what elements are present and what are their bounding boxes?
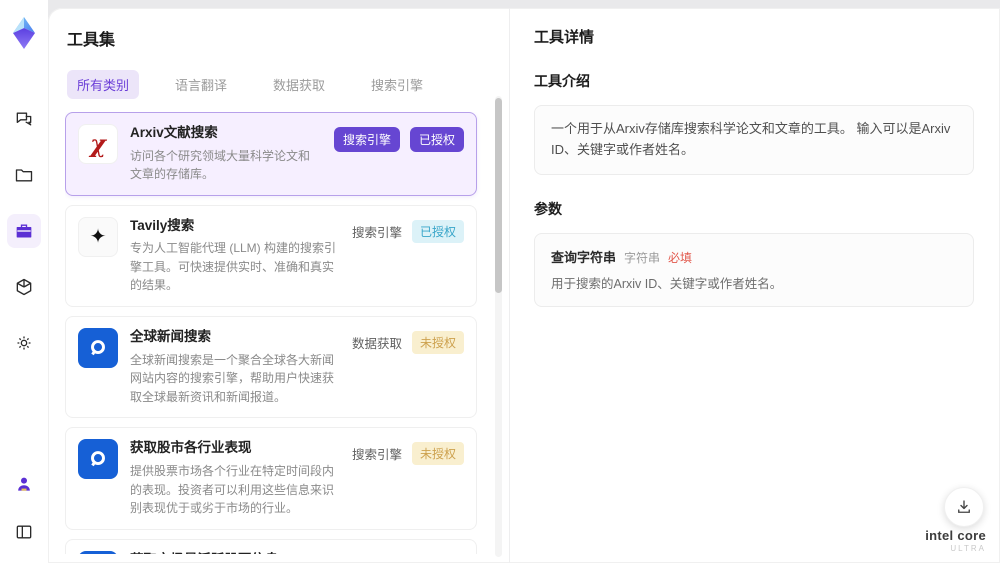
param-desc: 用于搜索的Arxiv ID、关键字或作者姓名。 [551, 276, 783, 291]
status-badge: 未授权 [411, 331, 464, 355]
scrollbar-thumb[interactable] [495, 98, 502, 293]
intel-core-logo: intel core ULTRA [925, 528, 986, 553]
brand-text: intel core [925, 528, 986, 543]
tools-panel: 工具集 所有类别 语言翻译 数据获取 搜索引擎 χ Arxiv文献搜索 访问各个… [48, 8, 510, 563]
folder-icon[interactable] [7, 158, 41, 192]
tab-search-engine[interactable]: 搜索引擎 [361, 70, 433, 99]
tool-name: Tavily搜索 [130, 217, 195, 233]
tool-name: 全球新闻搜索 [130, 329, 211, 345]
category-label: 搜索引擎 [351, 225, 402, 240]
profile-icon[interactable] [7, 467, 41, 501]
brand-subtext: ULTRA [950, 544, 986, 553]
collapse-panel-icon[interactable] [7, 515, 41, 549]
app-logo-icon [13, 17, 35, 49]
category-tabs: 所有类别 语言翻译 数据获取 搜索引擎 [67, 70, 485, 99]
tool-item-tavily[interactable]: ✦ Tavily搜索 专为人工智能代理 (LLM) 构建的搜索引擎工具。可快速提… [65, 204, 477, 308]
chat-icon[interactable] [7, 102, 41, 136]
tool-item-stock-sector[interactable]: 获取股市各行业表现 提供股票市场各个行业在特定时间段内的表现。投资者可以利用这些… [65, 427, 477, 530]
category-label: 数据获取 [351, 337, 402, 352]
category-label: 搜索引擎 [351, 448, 402, 463]
tab-data-acquisition[interactable]: 数据获取 [263, 70, 335, 99]
blue-search-logo-icon [78, 439, 118, 480]
download-icon [958, 500, 970, 513]
tool-item-active-stocks[interactable]: 获取市场最活跃股票信息 提供当天交易量最高的股票列表。投资者可以利用这些信息来识… [65, 538, 477, 554]
blue-search-logo-icon [78, 328, 118, 369]
page-title: 工具集 [67, 32, 116, 49]
tool-desc: 全球新闻搜索是一个聚合全球各大新闻网站内容的搜索引擎，帮助用户快速获取全球最新资… [130, 352, 335, 404]
cube-icon[interactable] [7, 270, 41, 304]
arxiv-logo-icon: χ [78, 124, 118, 164]
category-badge: 搜索引擎 [333, 127, 400, 152]
sidebar-nav [7, 102, 41, 360]
param-name: 查询字符串 [551, 249, 617, 265]
params-heading: 参数 [534, 200, 562, 217]
tool-desc: 提供股票市场各个行业在特定时间段内的表现。投资者可以利用这些信息来识别表现优于或… [130, 463, 335, 516]
tool-desc: 专为人工智能代理 (LLM) 构建的搜索引擎工具。可快速提供实时、准确和真实的结… [130, 241, 337, 293]
tool-item-arxiv[interactable]: χ Arxiv文献搜索 访问各个研究领域大量科学论文和文章的存储库。 搜索引擎 … [65, 112, 477, 196]
param-type: 字符串 [624, 250, 661, 265]
download-button[interactable] [944, 487, 984, 527]
left-sidebar [0, 0, 48, 563]
param-required-flag: 必填 [668, 250, 693, 265]
intro-heading: 工具介绍 [534, 73, 590, 89]
tavily-star-icon: ✦ [78, 216, 118, 257]
status-badge: 未授权 [411, 442, 464, 466]
status-badge: 已授权 [409, 127, 464, 152]
tool-name: 获取市场最活跃股票信息 [130, 551, 340, 554]
tool-detail-panel: 工具详情 工具介绍 一个用于从Arxiv存储库搜索科学论文和文章的工具。 输入可… [510, 8, 1000, 563]
status-badge: 已授权 [411, 219, 464, 243]
tool-name: Arxiv文献搜索 [130, 125, 218, 140]
tab-all-categories[interactable]: 所有类别 [67, 70, 140, 99]
settings-icon[interactable] [7, 326, 41, 360]
blue-search-logo-icon [78, 550, 118, 554]
tool-name: 获取股市各行业表现 [130, 440, 252, 456]
toolbox-icon[interactable] [7, 214, 41, 248]
detail-title: 工具详情 [534, 29, 595, 46]
intro-text: 一个用于从Arxiv存储库搜索科学论文和文章的工具。 输入可以是Arxiv ID… [534, 105, 974, 175]
tool-list: χ Arxiv文献搜索 访问各个研究领域大量科学论文和文章的存储库。 搜索引擎 … [65, 112, 485, 554]
scrollbar-track[interactable] [495, 96, 502, 557]
tool-desc: 访问各个研究领域大量科学论文和文章的存储库。 [130, 148, 311, 182]
param-card: 查询字符串 字符串 必填 用于搜索的Arxiv ID、关键字或作者姓名。 [534, 232, 974, 308]
tab-language-translation[interactable]: 语言翻译 [165, 70, 237, 99]
tool-item-global-news[interactable]: 全球新闻搜索 全球新闻搜索是一个聚合全球各大新闻网站内容的搜索引擎，帮助用户快速… [65, 316, 477, 419]
sidebar-bottom [7, 467, 41, 549]
main-content: 工具集 所有类别 语言翻译 数据获取 搜索引擎 χ Arxiv文献搜索 访问各个… [48, 8, 1000, 563]
